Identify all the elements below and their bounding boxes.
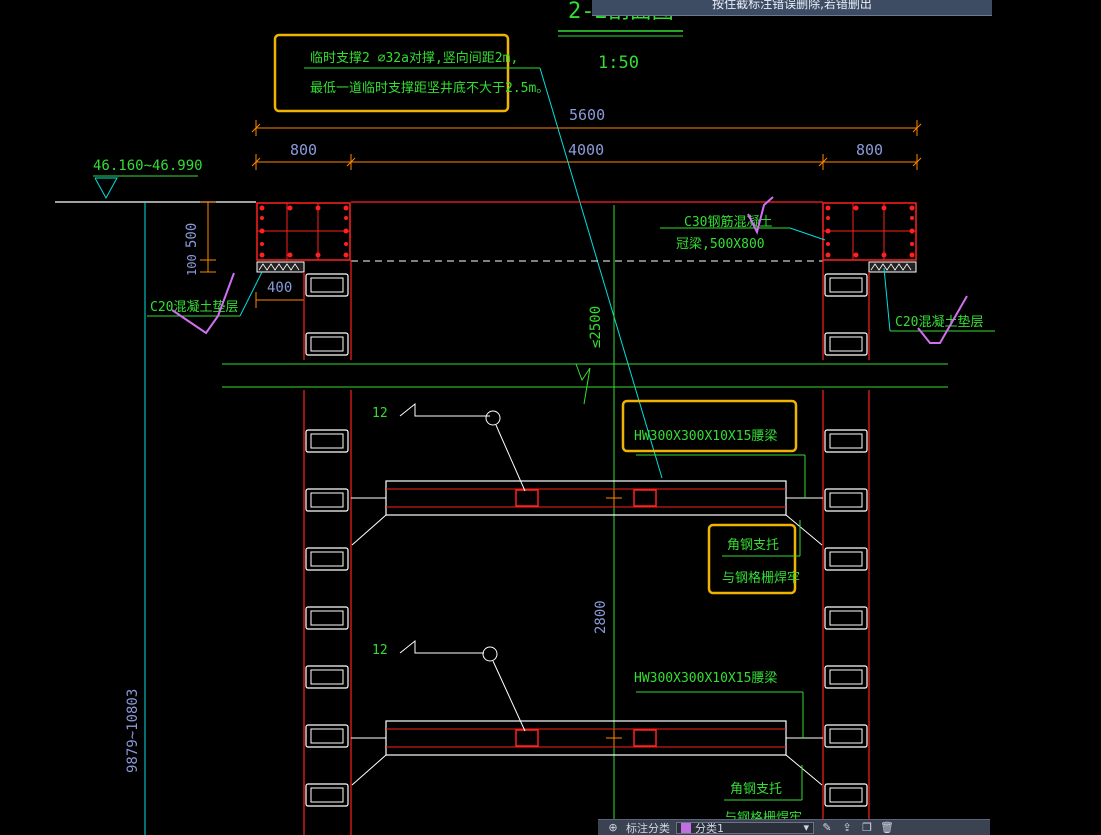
delete-icon[interactable]: 🗑 — [880, 821, 894, 834]
cap-beam-size-label: 冠梁,500X800 — [676, 237, 765, 252]
grid-opening — [824, 724, 868, 748]
note-line-1: 临时支撑2 ⌀32a对撑,竖向间距2m, — [310, 50, 518, 66]
grid-opening-inner — [310, 336, 344, 352]
upload-icon[interactable]: ⇪ — [840, 821, 854, 834]
grid-opening-inner — [310, 787, 344, 803]
grid-opening — [824, 783, 868, 807]
layer-name: 分类1 — [695, 821, 724, 835]
grid-opening — [305, 665, 349, 689]
toolbar-label: 标注分类 — [626, 821, 670, 835]
status-tooltip: 按住截标注错误删除,若错删出 — [592, 0, 992, 16]
note-line-2: 最低一道临时支撑距坚井底不大于2.5m。 — [310, 80, 549, 96]
bracket-1-line2: 与钢格栅焊牢 — [722, 570, 800, 586]
dim-depth: 9879~10803 — [125, 689, 141, 773]
chevron-down-icon: ▾ — [803, 821, 809, 834]
grid-opening-inner — [310, 492, 344, 508]
layer-color-swatch — [681, 822, 691, 833]
weld-symbol-2 — [399, 639, 526, 732]
cap-beam-left[interactable] — [256, 202, 351, 273]
dim-right-label: 800 — [856, 141, 883, 159]
grid-opening-inner — [829, 610, 863, 626]
waling-beam-1[interactable] — [351, 480, 823, 546]
break-line — [222, 363, 948, 405]
grid-opening — [824, 429, 868, 453]
grid-opening — [824, 332, 868, 356]
tooltip-text: 按住截标注错误删除,若错删出 — [712, 0, 872, 11]
binoculars-icon[interactable]: ⊕ — [606, 821, 620, 834]
grid-opening-inner — [310, 610, 344, 626]
grid-opening-inner — [829, 551, 863, 567]
grid-opening — [305, 783, 349, 807]
dim-cap-height: 500 — [184, 223, 200, 248]
dim-max-gap: ≤2500 — [588, 306, 604, 348]
grid-opening — [305, 547, 349, 571]
grid-opening — [305, 488, 349, 512]
dim-offset-label: 400 — [267, 280, 292, 296]
grid-opening — [824, 606, 868, 630]
copy-icon[interactable]: ❐ — [860, 821, 874, 834]
grid-opening — [824, 488, 868, 512]
elevation-label: 46.160~46.990 — [93, 158, 203, 174]
grid-opening-inner — [829, 787, 863, 803]
dim-center-label: 4000 — [568, 141, 604, 159]
grid-opening — [824, 273, 868, 297]
dim-left-label: 800 — [290, 141, 317, 159]
grid-opening-inner — [310, 669, 344, 685]
grid-opening-inner — [829, 336, 863, 352]
cad-drawing-canvas[interactable]: 2-2剖面图 1:50 临时支撑2 ⌀32a对撑,竖向间距2m, 最低一道临时支… — [0, 0, 1101, 835]
waling-1-label: HW300X300X10X15腰梁 — [634, 429, 777, 444]
grid-opening-inner — [310, 551, 344, 567]
cushion-right-label: C20混凝土垫层 — [895, 314, 983, 330]
grid-opening — [824, 547, 868, 571]
grid-opening-inner — [829, 669, 863, 685]
waling-2-label: HW300X300X10X15腰梁 — [634, 671, 777, 686]
dim-cushion-height: 100 — [185, 254, 199, 276]
grid-opening — [305, 606, 349, 630]
waling-beam-2[interactable] — [351, 720, 823, 786]
annotation-toolbar: ⊕ 标注分类 分类1 ▾ ✎ ⇪ ❐ 🗑 — [598, 819, 990, 835]
weld-symbol-1 — [399, 402, 526, 492]
dim-spacing: 2800 — [593, 600, 609, 634]
grid-opening-inner — [310, 433, 344, 449]
scale-label: 1:50 — [598, 53, 639, 73]
weld-size-2: 12 — [372, 643, 388, 658]
grid-opening-inner — [829, 277, 863, 293]
grid-opening — [305, 332, 349, 356]
cap-beam-right[interactable] — [822, 202, 917, 273]
grid-opening — [305, 724, 349, 748]
grid-opening-inner — [829, 492, 863, 508]
grid-opening-inner — [829, 728, 863, 744]
dim-total-label: 5600 — [569, 106, 605, 124]
layer-select[interactable]: 分类1 ▾ — [676, 821, 814, 835]
grid-opening-inner — [829, 433, 863, 449]
grid-opening-inner — [310, 728, 344, 744]
bracket-1-line1: 角钢支托 — [727, 538, 779, 553]
note-highlight-box[interactable] — [273, 33, 510, 113]
elevation-triangle-icon — [94, 177, 118, 200]
grid-opening — [824, 665, 868, 689]
lattice-grid-left — [305, 273, 349, 807]
lattice-grid-right — [824, 273, 868, 807]
grid-opening-inner — [310, 277, 344, 293]
edit-icon[interactable]: ✎ — [820, 821, 834, 834]
cushion-left-label: C20混凝土垫层 — [150, 299, 238, 315]
grid-opening — [305, 273, 349, 297]
bracket-2-line1: 角钢支托 — [730, 782, 782, 797]
weld-size-1: 12 — [372, 406, 388, 421]
grid-opening — [305, 429, 349, 453]
